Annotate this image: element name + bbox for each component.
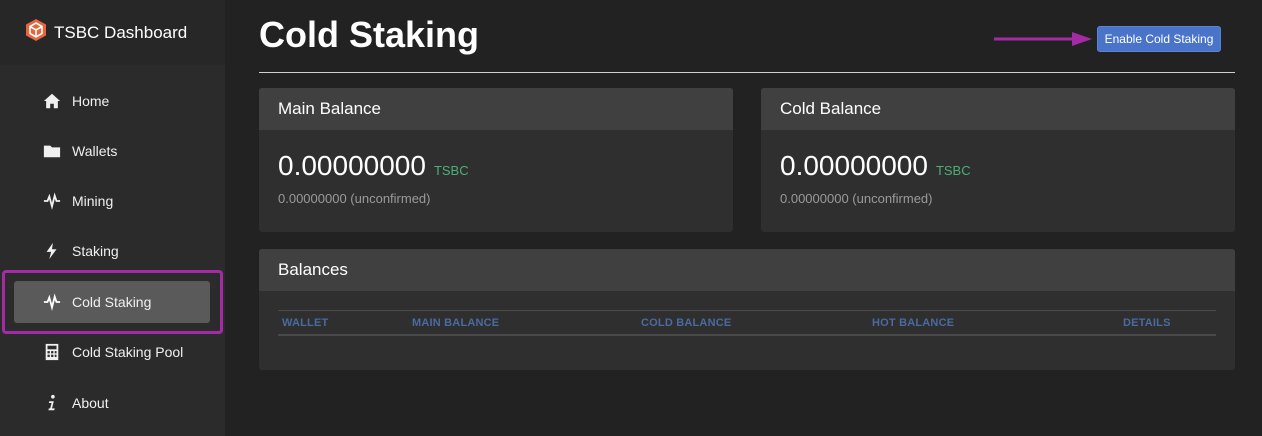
balance-value: 0.00000000 <box>278 150 426 181</box>
brand[interactable]: TSBC Dashboard <box>0 0 225 65</box>
unconfirmed-balance: 0.00000000 (unconfirmed) <box>780 191 933 206</box>
sidebar-item-label: Home <box>72 93 110 109</box>
balances-card: Balances WALLET MAIN BALANCE COLD BALANC… <box>259 249 1235 370</box>
unconfirmed-balance: 0.00000000 (unconfirmed) <box>278 191 431 206</box>
sidebar-item-label: Staking <box>72 243 119 259</box>
folder-icon <box>42 141 62 161</box>
card-title: Balances <box>259 249 1235 291</box>
sidebar-item-staking[interactable]: Staking <box>14 230 210 272</box>
page-title: Cold Staking <box>259 14 480 55</box>
card-title: Main Balance <box>259 88 733 130</box>
sidebar-item-cold-staking[interactable]: Cold Staking <box>14 281 210 323</box>
main-balance-card: Main Balance 0.00000000 TSBC 0.00000000 … <box>259 88 733 232</box>
pulse-icon <box>42 191 62 211</box>
info-icon <box>42 393 62 413</box>
balance-row: 0.00000000 TSBC <box>278 150 469 182</box>
sidebar: TSBC Dashboard Home Wallets Mining Staki… <box>0 0 225 436</box>
column-header-wallet[interactable]: WALLET <box>282 317 328 329</box>
table-header: WALLET MAIN BALANCE COLD BALANCE HOT BAL… <box>278 310 1216 336</box>
enable-cold-staking-button[interactable]: Enable Cold Staking <box>1097 26 1221 52</box>
main-content: Cold Staking Enable Cold Staking Main Ba… <box>259 0 1235 436</box>
sidebar-item-home[interactable]: Home <box>14 80 210 122</box>
home-icon <box>42 91 62 111</box>
column-header-cold-balance[interactable]: COLD BALANCE <box>641 317 731 329</box>
sidebar-item-wallets[interactable]: Wallets <box>14 130 210 172</box>
sidebar-item-cold-staking-pool[interactable]: Cold Staking Pool <box>14 331 210 373</box>
balance-row: 0.00000000 TSBC <box>780 150 971 182</box>
sidebar-item-label: Cold Staking <box>72 294 152 310</box>
column-header-main-balance[interactable]: MAIN BALANCE <box>412 317 499 329</box>
sidebar-item-about[interactable]: About <box>14 382 210 424</box>
pulse-icon <box>42 292 62 312</box>
app-title: TSBC Dashboard <box>54 22 188 42</box>
logo-icon <box>24 18 54 47</box>
arrow-right-icon <box>994 32 1092 46</box>
sidebar-item-label: About <box>72 395 109 411</box>
card-title: Cold Balance <box>761 88 1235 130</box>
sidebar-item-mining[interactable]: Mining <box>14 180 210 222</box>
balances-table: WALLET MAIN BALANCE COLD BALANCE HOT BAL… <box>278 310 1216 336</box>
sidebar-item-label: Mining <box>72 193 114 209</box>
title-divider <box>259 72 1235 73</box>
balance-value: 0.00000000 <box>780 150 928 181</box>
sidebar-item-label: Cold Staking Pool <box>72 344 184 360</box>
bolt-icon <box>42 241 62 261</box>
column-header-details[interactable]: DETAILS <box>1123 317 1171 329</box>
calculator-icon <box>42 342 62 362</box>
balance-unit: TSBC <box>433 163 469 178</box>
sidebar-item-label: Wallets <box>72 143 118 159</box>
column-header-hot-balance[interactable]: HOT BALANCE <box>872 317 954 329</box>
balance-unit: TSBC <box>935 163 971 178</box>
cold-balance-card: Cold Balance 0.00000000 TSBC 0.00000000 … <box>761 88 1235 232</box>
